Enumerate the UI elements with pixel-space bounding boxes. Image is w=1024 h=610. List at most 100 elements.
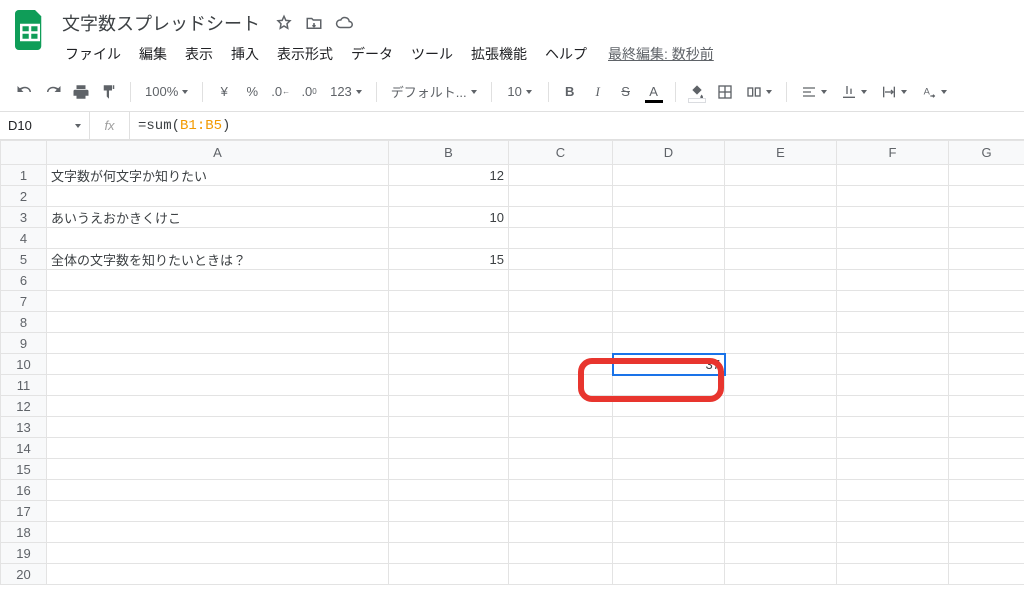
percent-button[interactable]: %	[239, 79, 265, 105]
cell-D2[interactable]	[613, 186, 725, 207]
cell-E20[interactable]	[725, 564, 837, 585]
cell-A12[interactable]	[47, 396, 389, 417]
cell-B12[interactable]	[389, 396, 509, 417]
cell-E17[interactable]	[725, 501, 837, 522]
cell-E9[interactable]	[725, 333, 837, 354]
cell-D1[interactable]	[613, 165, 725, 186]
cell-G6[interactable]	[949, 270, 1024, 291]
cell-G13[interactable]	[949, 417, 1024, 438]
doc-title[interactable]: 文字数スプレッドシート	[58, 8, 264, 38]
redo-button[interactable]	[40, 79, 66, 105]
cell-C17[interactable]	[509, 501, 613, 522]
cell-A17[interactable]	[47, 501, 389, 522]
cell-F15[interactable]	[837, 459, 949, 480]
cell-C13[interactable]	[509, 417, 613, 438]
cell-A11[interactable]	[47, 375, 389, 396]
font-size-select[interactable]: 10	[500, 79, 540, 105]
cell-G1[interactable]	[949, 165, 1024, 186]
star-icon[interactable]	[274, 13, 294, 33]
cell-E7[interactable]	[725, 291, 837, 312]
row-header[interactable]: 16	[1, 480, 47, 501]
cell-G11[interactable]	[949, 375, 1024, 396]
cell-A4[interactable]	[47, 228, 389, 249]
text-rotation-button[interactable]: A	[915, 79, 953, 105]
cell-E19[interactable]	[725, 543, 837, 564]
move-icon[interactable]	[304, 13, 324, 33]
cell-C12[interactable]	[509, 396, 613, 417]
cell-E16[interactable]	[725, 480, 837, 501]
cell-G4[interactable]	[949, 228, 1024, 249]
cell-B14[interactable]	[389, 438, 509, 459]
cell-E13[interactable]	[725, 417, 837, 438]
cell-G5[interactable]	[949, 249, 1024, 270]
menu-format[interactable]: 表示形式	[270, 40, 340, 68]
col-header-B[interactable]: B	[389, 141, 509, 165]
spreadsheet-grid[interactable]: A B C D E F G 1文字数が何文字か知りたい1223あいうえおかきくけ…	[0, 140, 1024, 585]
cell-A2[interactable]	[47, 186, 389, 207]
sheets-logo[interactable]	[12, 12, 48, 48]
menu-tools[interactable]: ツール	[404, 40, 460, 68]
cell-F3[interactable]	[837, 207, 949, 228]
cell-F4[interactable]	[837, 228, 949, 249]
cell-E6[interactable]	[725, 270, 837, 291]
cell-B9[interactable]	[389, 333, 509, 354]
cell-C19[interactable]	[509, 543, 613, 564]
name-box[interactable]: D10	[0, 112, 90, 139]
cell-G9[interactable]	[949, 333, 1024, 354]
fill-color-button[interactable]	[684, 79, 710, 105]
cell-D5[interactable]	[613, 249, 725, 270]
cell-E15[interactable]	[725, 459, 837, 480]
row-header[interactable]: 2	[1, 186, 47, 207]
cell-B11[interactable]	[389, 375, 509, 396]
row-header[interactable]: 1	[1, 165, 47, 186]
cell-A1[interactable]: 文字数が何文字か知りたい	[47, 165, 389, 186]
cell-D14[interactable]	[613, 438, 725, 459]
cell-C18[interactable]	[509, 522, 613, 543]
col-header-G[interactable]: G	[949, 141, 1024, 165]
cell-E8[interactable]	[725, 312, 837, 333]
cell-D17[interactable]	[613, 501, 725, 522]
cell-D19[interactable]	[613, 543, 725, 564]
cell-B17[interactable]	[389, 501, 509, 522]
cell-B8[interactable]	[389, 312, 509, 333]
cell-C20[interactable]	[509, 564, 613, 585]
menu-file[interactable]: ファイル	[58, 40, 128, 68]
cell-G15[interactable]	[949, 459, 1024, 480]
cell-F16[interactable]	[837, 480, 949, 501]
cell-G7[interactable]	[949, 291, 1024, 312]
cell-C4[interactable]	[509, 228, 613, 249]
cell-G10[interactable]	[949, 354, 1024, 375]
undo-button[interactable]	[12, 79, 38, 105]
row-header[interactable]: 13	[1, 417, 47, 438]
cell-D10[interactable]: 37	[613, 354, 725, 375]
cell-F17[interactable]	[837, 501, 949, 522]
row-header[interactable]: 19	[1, 543, 47, 564]
cell-F11[interactable]	[837, 375, 949, 396]
row-header[interactable]: 12	[1, 396, 47, 417]
cell-E3[interactable]	[725, 207, 837, 228]
cell-B13[interactable]	[389, 417, 509, 438]
menu-data[interactable]: データ	[344, 40, 400, 68]
cell-D11[interactable]	[613, 375, 725, 396]
row-header[interactable]: 17	[1, 501, 47, 522]
cell-G2[interactable]	[949, 186, 1024, 207]
cell-E12[interactable]	[725, 396, 837, 417]
col-header-A[interactable]: A	[47, 141, 389, 165]
select-all-corner[interactable]	[1, 141, 47, 165]
cell-A3[interactable]: あいうえおかきくけこ	[47, 207, 389, 228]
row-header[interactable]: 8	[1, 312, 47, 333]
cell-D7[interactable]	[613, 291, 725, 312]
cell-D15[interactable]	[613, 459, 725, 480]
cell-E2[interactable]	[725, 186, 837, 207]
cell-B10[interactable]	[389, 354, 509, 375]
cell-G16[interactable]	[949, 480, 1024, 501]
more-formats-button[interactable]: 123	[324, 79, 368, 105]
row-header[interactable]: 20	[1, 564, 47, 585]
cell-A7[interactable]	[47, 291, 389, 312]
currency-button[interactable]: ¥	[211, 79, 237, 105]
cell-A8[interactable]	[47, 312, 389, 333]
cell-F10[interactable]	[837, 354, 949, 375]
cell-B6[interactable]	[389, 270, 509, 291]
cell-E10[interactable]	[725, 354, 837, 375]
cell-F20[interactable]	[837, 564, 949, 585]
